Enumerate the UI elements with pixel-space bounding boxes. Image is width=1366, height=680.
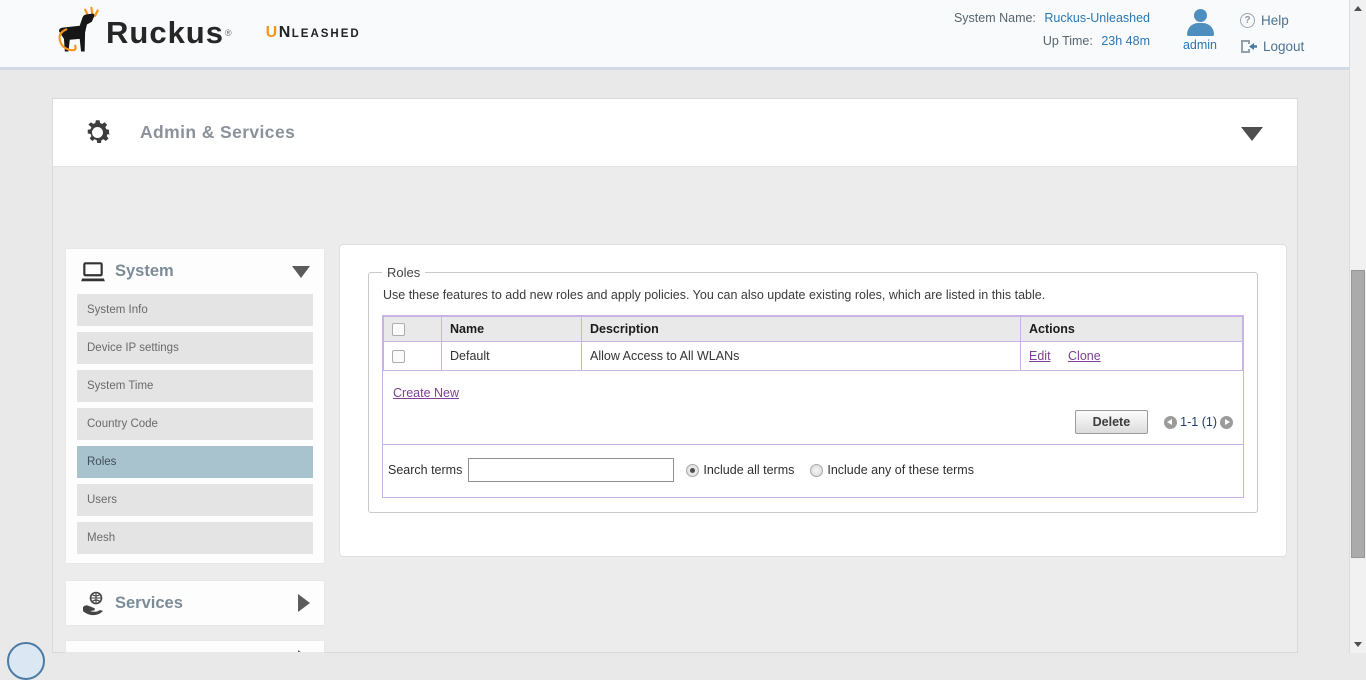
help-link[interactable]: Help	[1240, 13, 1304, 28]
floating-help-bubble[interactable]	[7, 642, 45, 680]
pagination: 1-1 (1)	[1164, 415, 1233, 429]
username-label: admin	[1182, 38, 1218, 52]
roles-panel: Roles Use these features to add new role…	[339, 244, 1287, 557]
scrollbar-thumb[interactable]	[1351, 270, 1365, 558]
role-description-cell: Allow Access to All WLANs	[582, 342, 1021, 371]
help-label: Help	[1261, 13, 1289, 28]
table-row: Default Allow Access to All WLANs Edit C…	[384, 342, 1243, 371]
uptime-label: Up Time:	[1043, 34, 1093, 48]
column-header-name: Name	[442, 317, 582, 342]
create-new-link[interactable]: Create New	[393, 386, 459, 400]
vertical-scrollbar[interactable]	[1349, 0, 1366, 653]
search-input[interactable]	[468, 458, 674, 482]
row-checkbox[interactable]	[392, 350, 405, 363]
sidebar-item-users[interactable]: Users	[77, 484, 313, 516]
pager-prev-icon[interactable]	[1164, 416, 1177, 429]
gear-icon	[81, 116, 114, 149]
content-body: System System Info Device IP settings Sy…	[53, 168, 1297, 652]
scroll-up-icon[interactable]	[1350, 0, 1366, 17]
admin-services-card: Admin & Services System System Info Devi…	[52, 98, 1298, 653]
radio-unselected-icon	[810, 464, 823, 477]
services-icon	[80, 590, 106, 616]
brand-name: Ruckus	[106, 15, 224, 51]
system-name-value: Ruckus-Unleashed	[1044, 11, 1150, 25]
radio-selected-icon	[686, 464, 699, 477]
scroll-down-icon[interactable]	[1350, 636, 1366, 653]
system-icon	[80, 261, 106, 283]
radio-include-any[interactable]: Include any of these terms	[810, 463, 974, 477]
roles-table: Name Description Actions Default Allow A…	[383, 316, 1243, 371]
table-header-row: Name Description Actions	[384, 317, 1243, 342]
clone-link[interactable]: Clone	[1068, 349, 1101, 363]
expand-icon	[298, 594, 310, 612]
roles-intro-text: Use these features to add new roles and …	[383, 288, 1244, 302]
ruckus-dog-logo	[50, 6, 104, 60]
sidebar-services-label: Services	[115, 594, 183, 613]
help-icon	[1240, 13, 1255, 28]
sidebar-item-system-info[interactable]: System Info	[77, 294, 313, 326]
logout-icon	[1240, 39, 1257, 54]
system-status-block: System Name: Ruckus-Unleashed Up Time: 2…	[954, 11, 1150, 57]
search-label: Search terms	[388, 463, 462, 477]
brand-sub-name: U N LEASHED	[266, 24, 361, 42]
sidebar: System System Info Device IP settings Sy…	[65, 248, 325, 653]
roles-table-container: Name Description Actions Default Allow A…	[382, 315, 1244, 498]
roles-fieldset: Roles Use these features to add new role…	[368, 265, 1258, 513]
sidebar-item-system-time[interactable]: System Time	[77, 370, 313, 402]
column-header-description: Description	[582, 317, 1021, 342]
sidebar-system-header[interactable]: System	[66, 249, 324, 294]
role-name-cell: Default	[442, 342, 582, 371]
sidebar-section-system: System System Info Device IP settings Sy…	[65, 248, 325, 564]
radio-any-label: Include any of these terms	[827, 463, 974, 477]
sidebar-item-roles[interactable]: Roles	[77, 446, 313, 478]
sidebar-item-country-code[interactable]: Country Code	[77, 408, 313, 440]
logout-label: Logout	[1263, 39, 1304, 54]
registered-mark: ®	[225, 28, 232, 38]
table-footer: Create New Delete 1-1 (1)	[383, 371, 1243, 444]
system-name-label: System Name:	[954, 11, 1036, 25]
search-row: Search terms Include all terms Include a…	[383, 444, 1243, 497]
brand-logo: Ruckus ® U N LEASHED	[50, 6, 361, 60]
roles-legend: Roles	[382, 265, 425, 280]
pagination-text: 1-1 (1)	[1180, 415, 1217, 429]
avatar-icon	[1182, 9, 1218, 36]
sidebar-item-device-ip-settings[interactable]: Device IP settings	[77, 332, 313, 364]
delete-button[interactable]: Delete	[1075, 410, 1149, 434]
column-header-actions: Actions	[1021, 317, 1243, 342]
collapse-icon	[292, 266, 310, 278]
top-header-bar: Ruckus ® U N LEASHED System Name: Ruckus…	[0, 0, 1366, 70]
radio-all-label: Include all terms	[703, 463, 794, 477]
page-title-bar: Admin & Services	[53, 99, 1297, 167]
session-links: Help Logout	[1240, 13, 1304, 65]
sidebar-system-label: System	[115, 262, 174, 281]
sidebar-section-services[interactable]: Services	[65, 580, 325, 626]
current-user[interactable]: admin	[1182, 9, 1218, 52]
radio-include-all[interactable]: Include all terms	[686, 463, 794, 477]
pager-next-icon[interactable]	[1220, 416, 1233, 429]
sidebar-section-next-partial[interactable]	[65, 640, 325, 653]
select-all-checkbox[interactable]	[392, 323, 405, 336]
logout-link[interactable]: Logout	[1240, 39, 1304, 54]
page-title: Admin & Services	[140, 122, 295, 143]
system-menu: System Info Device IP settings System Ti…	[66, 294, 324, 563]
sidebar-item-mesh[interactable]: Mesh	[77, 522, 313, 554]
uptime-value: 23h 48m	[1101, 34, 1150, 48]
collapse-section-icon[interactable]	[1241, 127, 1263, 141]
role-actions-cell: Edit Clone	[1021, 342, 1243, 371]
edit-link[interactable]: Edit	[1029, 349, 1051, 363]
